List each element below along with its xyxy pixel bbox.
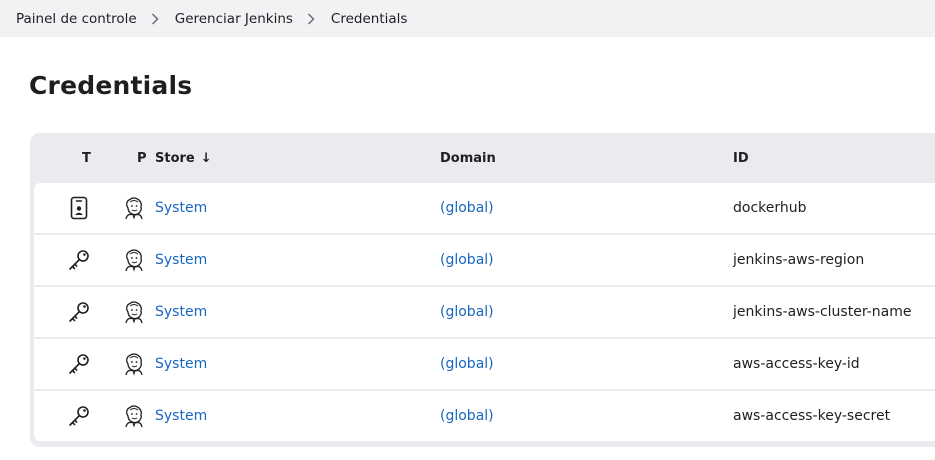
jenkins-icon <box>122 339 146 389</box>
table-row: System (global) dockerhub <box>34 183 935 235</box>
chevron-right-icon <box>151 12 159 25</box>
breadcrumb-credentials[interactable]: Credentials <box>331 11 408 27</box>
store-link[interactable]: System <box>155 356 207 372</box>
domain-link[interactable]: (global) <box>440 408 494 424</box>
table-row: System (global) aws-access-key-secret <box>34 391 935 441</box>
domain-link[interactable]: (global) <box>440 252 494 268</box>
key-icon <box>64 287 94 337</box>
jenkins-icon <box>122 183 146 233</box>
chevron-right-icon <box>307 12 315 25</box>
id-card-icon <box>64 183 94 233</box>
key-icon <box>64 235 94 285</box>
sort-arrow-down-icon: ↓ <box>200 151 212 166</box>
store-link[interactable]: System <box>155 200 207 216</box>
store-link[interactable]: System <box>155 304 207 320</box>
store-link[interactable]: System <box>155 408 207 424</box>
jenkins-icon <box>122 235 146 285</box>
jenkins-icon <box>122 391 146 441</box>
table-row: System (global) jenkins-aws-cluster-name <box>34 287 935 339</box>
column-header-domain[interactable]: Domain <box>440 151 496 166</box>
credential-id: jenkins-aws-cluster-name <box>733 304 912 320</box>
credential-id: dockerhub <box>733 200 807 216</box>
credential-id: aws-access-key-secret <box>733 408 891 424</box>
domain-link[interactable]: (global) <box>440 304 494 320</box>
key-icon <box>64 339 94 389</box>
table-row: System (global) aws-access-key-id <box>34 339 935 391</box>
page-title: Credentials <box>29 71 193 100</box>
jenkins-icon <box>122 287 146 337</box>
credentials-table: T P Store ↓ Domain ID System (global) do… <box>30 133 935 447</box>
table-body: System (global) dockerhub System (global… <box>34 183 935 441</box>
breadcrumb-manage-jenkins[interactable]: Gerenciar Jenkins <box>175 11 293 27</box>
credential-id: jenkins-aws-region <box>733 252 865 268</box>
key-icon <box>64 391 94 441</box>
table-row: System (global) jenkins-aws-region <box>34 235 935 287</box>
breadcrumb: Painel de controle Gerenciar Jenkins Cre… <box>0 0 935 37</box>
column-header-store-label: Store <box>155 151 195 166</box>
credential-id: aws-access-key-id <box>733 356 860 372</box>
domain-link[interactable]: (global) <box>440 356 494 372</box>
column-header-type: T <box>82 151 91 166</box>
column-header-provider: P <box>137 151 147 166</box>
column-header-id[interactable]: ID <box>733 151 749 166</box>
breadcrumb-dashboard[interactable]: Painel de controle <box>16 11 137 27</box>
domain-link[interactable]: (global) <box>440 200 494 216</box>
table-header: T P Store ↓ Domain ID <box>34 133 935 183</box>
column-header-store[interactable]: Store ↓ <box>155 151 212 166</box>
store-link[interactable]: System <box>155 252 207 268</box>
